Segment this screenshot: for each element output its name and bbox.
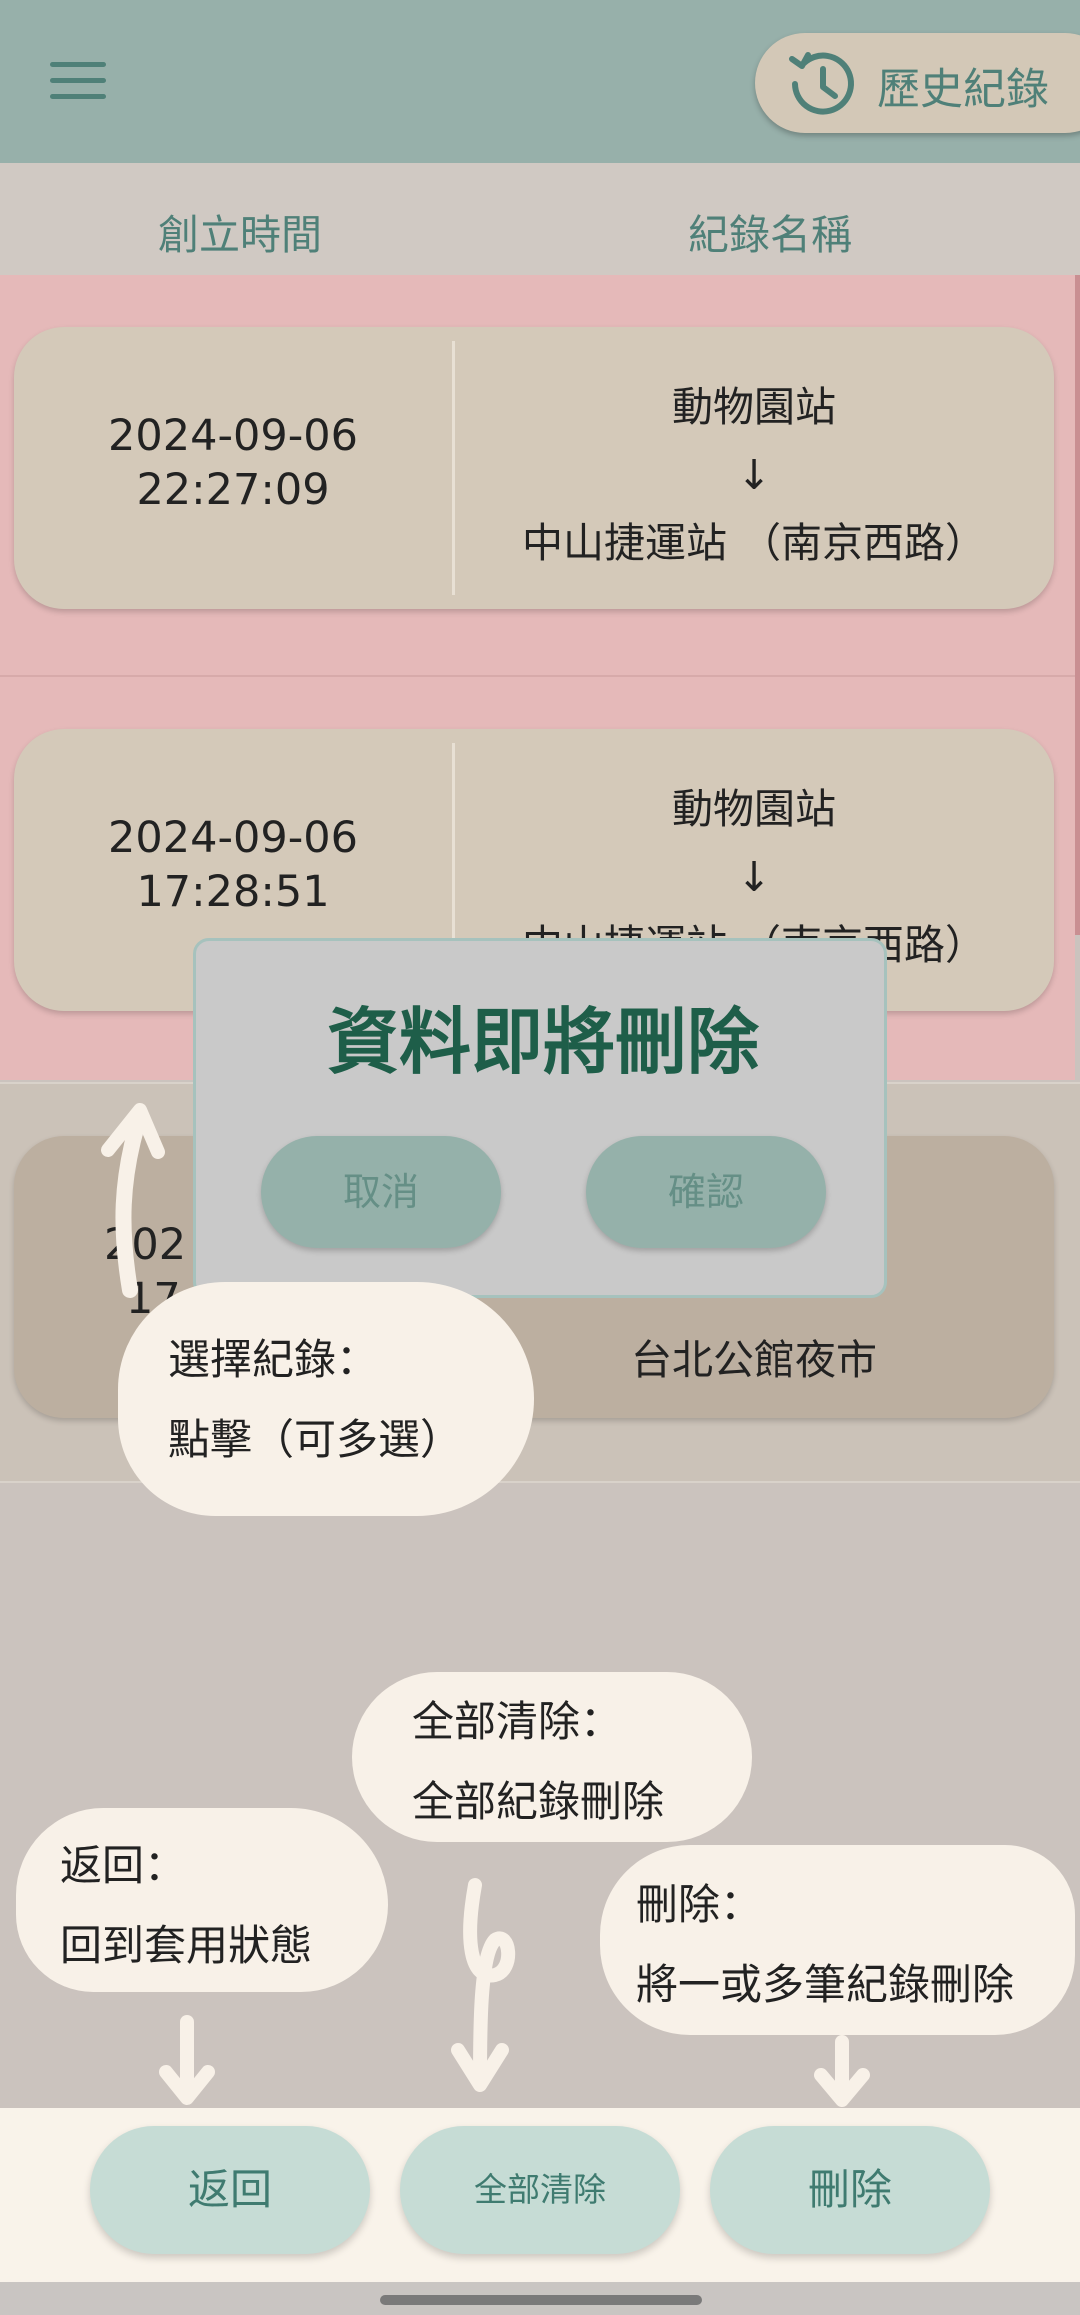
- down-arrow-icon: [159, 2015, 215, 2105]
- history-button[interactable]: 歷史紀錄: [755, 33, 1080, 133]
- record-datetime: 2024-09-06 22:27:09: [108, 411, 358, 515]
- annotation-delete: 刪除： 將一或多筆紀錄刪除: [600, 1845, 1075, 2035]
- cancel-button[interactable]: 取消: [261, 1136, 501, 1248]
- route-from: 動物園站: [672, 383, 836, 431]
- scrollbar[interactable]: [1075, 275, 1080, 935]
- record-route: 動物園站 ↓ 中山捷運站 （南京西路）: [454, 373, 1054, 577]
- up-arrow-icon: [101, 1103, 165, 1298]
- created-time-header: 創立時間: [158, 211, 322, 259]
- route-from: 動物園站: [672, 785, 836, 833]
- history-label: 歷史紀錄: [877, 65, 1049, 115]
- record-place: 台北公館夜市: [631, 1336, 877, 1384]
- column-header: 創立時間 紀錄名稱: [0, 163, 1080, 275]
- delete-confirm-dialog: 資料即將刪除 取消 確認: [193, 938, 887, 1298]
- route-to: 中山捷運站 （南京西路）: [521, 519, 987, 567]
- down-arrow-icon: [451, 1878, 516, 2092]
- annotation-back: 返回： 回到套用狀態: [16, 1808, 388, 1992]
- clear-all-button[interactable]: 全部清除: [400, 2126, 680, 2254]
- annotation-select: 選擇紀錄： 點擊（可多選）: [118, 1282, 534, 1516]
- record-row-selected[interactable]: 2024-09-06 22:27:09 動物園站 ↓ 中山捷運站 （南京西路）: [0, 275, 1075, 675]
- annotation-clear-all: 全部清除： 全部紀錄刪除: [352, 1672, 752, 1842]
- home-indicator[interactable]: [380, 2295, 702, 2305]
- dialog-title: 資料即將刪除: [326, 1000, 759, 1084]
- down-arrow-icon: [814, 2035, 870, 2107]
- history-icon: [789, 52, 854, 115]
- menu-icon[interactable]: [50, 58, 106, 104]
- route-arrow: ↓: [736, 451, 772, 499]
- delete-button[interactable]: 刪除: [710, 2126, 990, 2254]
- record-datetime: 2024-09-06 17:28:51: [108, 813, 358, 917]
- record-card[interactable]: 2024-09-06 22:27:09 動物園站 ↓ 中山捷運站 （南京西路）: [14, 327, 1054, 609]
- route-arrow: ↓: [736, 853, 772, 901]
- back-button[interactable]: 返回: [90, 2126, 370, 2254]
- record-name-header: 紀錄名稱: [688, 211, 852, 259]
- confirm-button[interactable]: 確認: [586, 1136, 826, 1248]
- app-bar: 歷史紀錄: [0, 0, 1080, 163]
